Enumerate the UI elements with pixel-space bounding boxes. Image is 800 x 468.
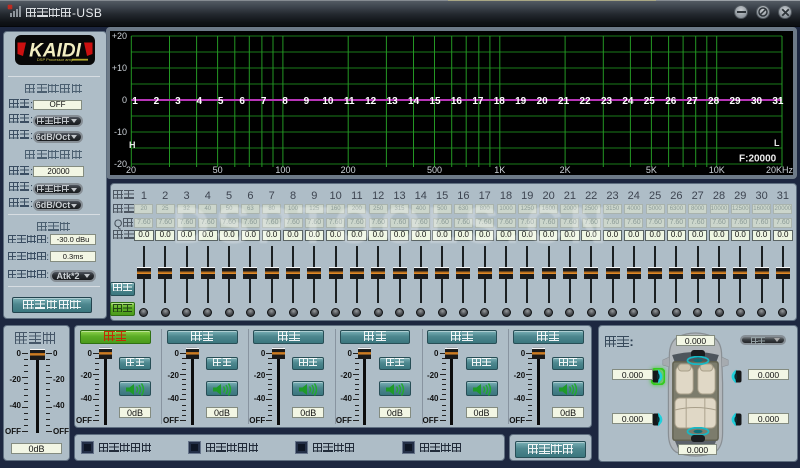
svg-text:F:20000: F:20000 xyxy=(739,154,777,165)
svg-text:14: 14 xyxy=(408,96,420,107)
svg-text:0: 0 xyxy=(122,95,127,105)
svg-text:28: 28 xyxy=(708,96,720,107)
svg-text:200: 200 xyxy=(341,165,356,175)
svg-text:+10: +10 xyxy=(112,63,127,73)
svg-text:17: 17 xyxy=(472,96,484,107)
svg-text:6: 6 xyxy=(239,96,245,107)
svg-text:29: 29 xyxy=(729,96,741,107)
svg-text:50: 50 xyxy=(213,165,223,175)
svg-text:5: 5 xyxy=(218,96,224,107)
svg-text:24: 24 xyxy=(622,96,634,107)
svg-text:+20: +20 xyxy=(112,31,127,41)
svg-text:H: H xyxy=(129,140,136,150)
svg-text:2: 2 xyxy=(154,96,160,107)
svg-text:21: 21 xyxy=(558,96,570,107)
svg-text:8: 8 xyxy=(282,96,288,107)
svg-text:19: 19 xyxy=(515,96,527,107)
svg-text:20KHz: 20KHz xyxy=(766,165,794,175)
svg-text:L: L xyxy=(774,138,780,148)
svg-text:5K: 5K xyxy=(646,165,657,175)
svg-text:500: 500 xyxy=(427,165,442,175)
svg-text:23: 23 xyxy=(601,96,613,107)
svg-text:16: 16 xyxy=(451,96,463,107)
svg-text:13: 13 xyxy=(387,96,399,107)
svg-text:-10: -10 xyxy=(114,127,127,137)
svg-text:15: 15 xyxy=(429,96,441,107)
svg-text:18: 18 xyxy=(494,96,506,107)
svg-text:26: 26 xyxy=(665,96,677,107)
svg-text:31: 31 xyxy=(772,96,784,107)
svg-text:DSP Processor amp: DSP Processor amp xyxy=(37,57,74,62)
svg-text:20: 20 xyxy=(537,96,549,107)
svg-text:10: 10 xyxy=(322,96,334,107)
svg-text:2K: 2K xyxy=(560,165,571,175)
svg-text:20: 20 xyxy=(126,165,136,175)
svg-text:22: 22 xyxy=(579,96,591,107)
svg-text:27: 27 xyxy=(687,96,699,107)
svg-text:10K: 10K xyxy=(709,165,725,175)
svg-text:9: 9 xyxy=(304,96,310,107)
svg-text:30: 30 xyxy=(751,96,763,107)
svg-text:100: 100 xyxy=(275,165,290,175)
svg-text:12: 12 xyxy=(365,96,377,107)
svg-text:25: 25 xyxy=(644,96,656,107)
svg-text:4: 4 xyxy=(197,96,203,107)
svg-text:7: 7 xyxy=(261,96,267,107)
svg-text:1: 1 xyxy=(132,96,138,107)
svg-text:11: 11 xyxy=(344,96,355,107)
svg-text:3: 3 xyxy=(175,96,181,107)
svg-text:1K: 1K xyxy=(494,165,505,175)
